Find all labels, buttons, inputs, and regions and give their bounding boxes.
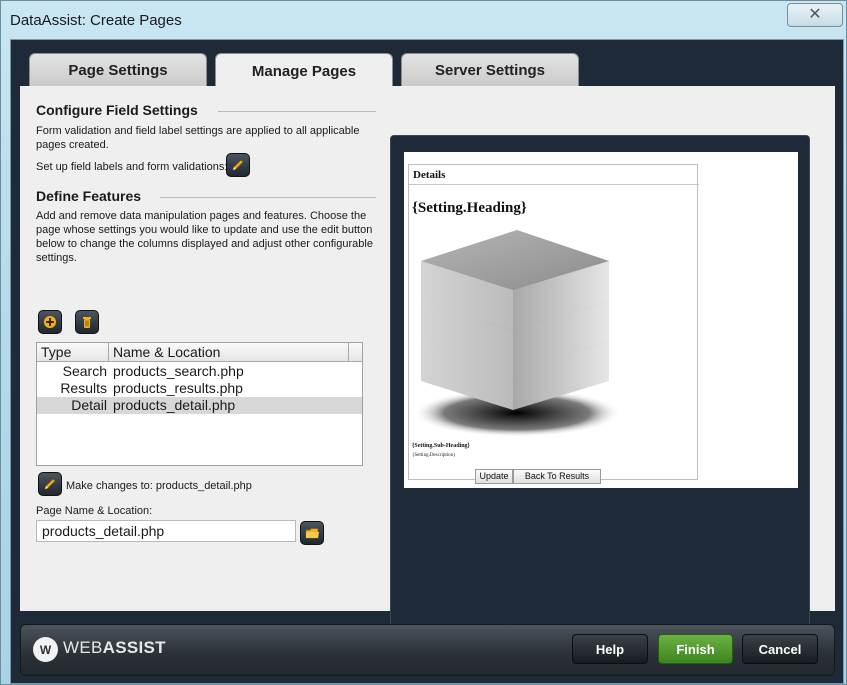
preview-back-button: Back To Results bbox=[513, 469, 601, 484]
column-header-type[interactable]: Type bbox=[37, 343, 109, 362]
finish-button[interactable]: Finish bbox=[658, 634, 733, 664]
configure-description: Form validation and field label settings… bbox=[36, 125, 360, 151]
table-row[interactable]: Detail products_detail.php bbox=[37, 397, 362, 414]
row-type: Results bbox=[60, 380, 107, 396]
table-header: Type Name & Location bbox=[37, 343, 362, 362]
preview-legend: Details bbox=[413, 169, 446, 181]
edit-page-button[interactable] bbox=[38, 472, 62, 496]
preview-heading: {Setting.Heading} bbox=[412, 200, 527, 216]
tab-manage-pages[interactable]: Manage Pages bbox=[215, 53, 393, 88]
section-divider bbox=[160, 197, 376, 198]
tab-server-settings[interactable]: Server Settings bbox=[401, 53, 579, 87]
features-description: Add and remove data manipulation pages a… bbox=[36, 210, 373, 264]
row-name: products_search.php bbox=[113, 363, 244, 379]
edit-target-label: Make changes to: products_detail.php bbox=[66, 480, 252, 492]
pencil-icon bbox=[44, 478, 56, 490]
help-button[interactable]: Help bbox=[572, 634, 648, 664]
database-icon bbox=[413, 230, 621, 437]
page-name-label: Page Name & Location: bbox=[36, 505, 153, 517]
preview-divider bbox=[409, 184, 699, 185]
delete-page-button[interactable] bbox=[75, 310, 99, 334]
layout-preview: Details {Setting.Heading} {Setting.Sub-H… bbox=[390, 135, 810, 629]
preview-form: Details {Setting.Heading} {Setting.Sub-H… bbox=[408, 164, 699, 484]
window-title: DataAssist: Create Pages bbox=[10, 12, 182, 29]
preview-subheading: {Setting.Sub-Heading} bbox=[412, 443, 470, 449]
dialog-frame: Page Settings Manage Pages Server Settin… bbox=[10, 39, 844, 684]
row-name: products_results.php bbox=[113, 380, 243, 396]
preview-canvas: Details {Setting.Heading} {Setting.Sub-H… bbox=[404, 152, 798, 488]
logo-text-light: WEB bbox=[63, 638, 103, 657]
row-type: Detail bbox=[71, 397, 107, 413]
pencil-icon bbox=[232, 159, 244, 171]
webassist-logo-icon: W bbox=[33, 637, 58, 662]
table-row[interactable]: Results products_results.php bbox=[37, 380, 362, 397]
folder-icon bbox=[305, 527, 319, 538]
tab-bar: Page Settings Manage Pages Server Settin… bbox=[29, 53, 589, 88]
configure-title: Configure Field Settings bbox=[36, 102, 198, 118]
pages-table: Type Name & Location Search products_sea… bbox=[36, 342, 363, 466]
trash-icon bbox=[83, 317, 91, 328]
table-row[interactable]: Search products_search.php bbox=[37, 363, 362, 380]
cancel-button[interactable]: Cancel bbox=[742, 634, 818, 664]
add-page-button[interactable] bbox=[38, 310, 62, 334]
webassist-logo: WEBASSIST bbox=[63, 638, 166, 658]
preview-update-button: Update bbox=[475, 469, 513, 484]
features-title: Define Features bbox=[36, 188, 142, 204]
title-bar: DataAssist: Create Pages ✕ bbox=[1, 1, 846, 39]
dialog-window: DataAssist: Create Pages ✕ Page Settings… bbox=[0, 0, 847, 685]
close-icon: ✕ bbox=[808, 6, 822, 23]
row-name: products_detail.php bbox=[113, 397, 236, 413]
plus-icon bbox=[44, 316, 56, 328]
manage-pages-panel: Configure Field Settings Form validation… bbox=[20, 86, 835, 629]
section-divider bbox=[218, 111, 376, 112]
row-type: Search bbox=[62, 363, 107, 379]
close-button[interactable]: ✕ bbox=[787, 3, 843, 27]
preview-description: {Setting.Description} bbox=[412, 453, 456, 458]
footer-bar: W WEBASSIST Help Finish Cancel bbox=[20, 624, 835, 676]
setup-label: Set up field labels and form validations… bbox=[36, 161, 228, 173]
column-header-name[interactable]: Name & Location bbox=[109, 343, 349, 362]
logo-text-bold: ASSIST bbox=[102, 638, 166, 657]
tab-page-settings[interactable]: Page Settings bbox=[29, 53, 207, 87]
edit-field-settings-button[interactable] bbox=[226, 153, 250, 177]
page-name-input[interactable] bbox=[36, 520, 296, 542]
browse-folder-button[interactable] bbox=[300, 521, 324, 545]
